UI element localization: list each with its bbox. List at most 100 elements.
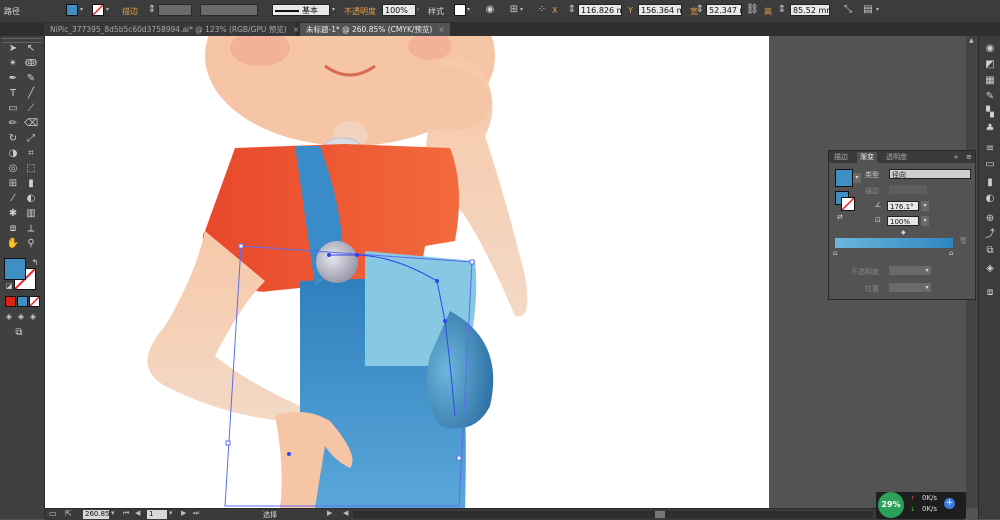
stroke-label[interactable]: 描边	[122, 6, 138, 17]
rectangle-icon[interactable]: ▭	[6, 102, 20, 116]
document-tab-untitled[interactable]: 未标题-1* @ 260.85% (CMYK/预览) ×	[300, 23, 450, 36]
opacity-label[interactable]: 不透明度	[344, 6, 376, 17]
anchor-point[interactable]	[327, 253, 331, 257]
isolate-icon[interactable]: ▤	[862, 4, 874, 16]
canvas-area[interactable]	[45, 36, 965, 508]
last-artboard-icon[interactable]: ⏭	[193, 509, 199, 518]
constrain-proportions-icon[interactable]: ⛓	[746, 4, 759, 16]
bbox-handle[interactable]	[225, 440, 231, 446]
direct-selection-icon[interactable]: ↖	[24, 42, 38, 56]
first-artboard-icon[interactable]: ⏮	[123, 509, 129, 518]
prev-artboard-icon[interactable]: ◀	[135, 509, 140, 517]
fill-dropdown-icon[interactable]: ▾	[80, 4, 87, 16]
pencil-icon[interactable]: ✏	[6, 117, 20, 131]
align-options-icon[interactable]: ⊞	[508, 4, 520, 16]
stroke-indicator-swatch[interactable]	[841, 197, 855, 211]
angle-input[interactable]: 176.1°	[887, 201, 919, 211]
gradient-panel-icon[interactable]: ▮	[983, 176, 997, 190]
warp-icon[interactable]: ◑	[6, 147, 20, 161]
width-input[interactable]: 52.347 mm	[706, 4, 742, 16]
aspect-dropdown-icon[interactable]: ▾	[921, 216, 929, 226]
brush-definition-field[interactable]: 基本	[272, 4, 330, 16]
none-mode-icon[interactable]	[29, 296, 40, 307]
scrollbar-thumb[interactable]	[655, 511, 665, 518]
gradient-type-select[interactable]: 径向	[889, 169, 971, 179]
artboard[interactable]	[45, 36, 769, 508]
stroke-weight-field[interactable]	[158, 4, 192, 16]
recolor-artwork-icon[interactable]: ◉	[484, 4, 496, 16]
lasso-icon[interactable]: ↂ	[24, 57, 38, 71]
image-trace-icon[interactable]: ⊕	[983, 212, 997, 226]
stroke-gradient-options[interactable]	[889, 185, 927, 194]
panel-menu-icon[interactable]: ≡	[963, 152, 975, 163]
slice-icon[interactable]: ⟂	[24, 222, 38, 236]
scale-icon[interactable]: ⤢	[24, 132, 38, 146]
opacity-input[interactable]: 100%	[382, 4, 416, 16]
gradient-stop-left[interactable]: ⌂	[833, 249, 837, 257]
height-input[interactable]: 85.52 mm	[790, 4, 830, 16]
gradient-midpoint-icon[interactable]: ◆	[901, 229, 906, 236]
curvature-icon[interactable]: ✎	[24, 72, 38, 86]
align-panel-icon[interactable]: ▭	[983, 158, 997, 172]
screen-mode-icon[interactable]: ⧉	[12, 326, 26, 340]
zoom-level-input[interactable]: 260.85	[83, 510, 110, 519]
gradient-stop-right[interactable]: ⌂	[949, 249, 953, 257]
x-stepper-icon[interactable]: ⇕	[566, 4, 578, 16]
bbox-handle[interactable]	[456, 455, 462, 461]
stroke-panel-icon[interactable]: ≡	[983, 142, 997, 156]
stroke-swatch[interactable]	[92, 4, 104, 16]
tab-stroke[interactable]: 描边	[831, 152, 851, 163]
angle-dropdown-icon[interactable]: ▾	[921, 201, 929, 211]
tab-transparency[interactable]: 透明度	[883, 152, 910, 163]
line-icon[interactable]: ╱	[24, 87, 38, 101]
tab-gradient[interactable]: 渐变	[857, 152, 877, 163]
style-swatch[interactable]	[454, 4, 466, 16]
height-stepper-icon[interactable]: ⇕	[776, 4, 788, 16]
color-mode-icon[interactable]	[5, 296, 16, 307]
close-icon[interactable]: ×	[438, 25, 444, 34]
symbols-icon[interactable]: ♣	[983, 122, 997, 136]
anchor-point[interactable]	[355, 253, 359, 257]
brush-dropdown-icon[interactable]: ▾	[332, 4, 339, 16]
location-dropdown-icon[interactable]: ▾	[923, 283, 931, 292]
swap-fill-stroke-icon[interactable]: ↰	[28, 256, 42, 270]
style-dropdown-icon[interactable]: ▾	[467, 4, 474, 16]
artboards-icon[interactable]: ⧈	[983, 286, 997, 300]
transform-icon[interactable]: ⤡	[842, 4, 854, 16]
delete-stop-icon[interactable]: 🗑	[959, 237, 968, 245]
panel-menu-icon[interactable]: ▾	[876, 4, 883, 16]
artwork-illustration[interactable]	[45, 36, 769, 508]
selection-icon[interactable]: ➤	[6, 42, 20, 56]
paintbrush-icon[interactable]: ⟋	[24, 102, 38, 116]
status-menu-icon[interactable]: ▶	[327, 509, 332, 517]
stroke-weight-stepper-icon[interactable]: ⇕	[146, 4, 158, 16]
next-artboard-icon[interactable]: ▶	[181, 509, 186, 517]
fill-swatch[interactable]	[66, 4, 78, 16]
horizontal-scrollbar[interactable]	[353, 511, 873, 518]
graphic-styles-icon[interactable]: ◩	[983, 58, 997, 72]
asset-export-icon[interactable]: ⤴	[983, 228, 997, 242]
reverse-gradient-icon[interactable]: ⇄	[837, 213, 843, 221]
magic-wand-icon[interactable]: ✴	[6, 57, 20, 71]
location-field[interactable]	[889, 283, 923, 292]
gradient-mode-icon[interactable]	[17, 296, 28, 307]
bbox-handle[interactable]	[469, 259, 475, 265]
artboard-icon[interactable]: ⧈	[6, 222, 20, 236]
swatches-icon[interactable]: ▦	[983, 74, 997, 88]
aspect-ratio-input[interactable]: 100%	[887, 216, 919, 226]
network-speed-widget[interactable]: 29% ↑ 0K/s ↓ 0K/s +	[876, 492, 966, 519]
gradient-slider[interactable]	[835, 238, 953, 248]
add-icon[interactable]: +	[944, 498, 955, 509]
variable-width-profile-field[interactable]	[200, 4, 258, 16]
color-guide-icon[interactable]: ▚	[983, 106, 997, 120]
hand-status-icon[interactable]: ▭	[49, 509, 57, 518]
type-icon[interactable]: T	[6, 87, 20, 101]
rotate-icon[interactable]: ↻	[6, 132, 20, 146]
shape-builder-icon[interactable]: ◎	[6, 162, 20, 176]
links-icon[interactable]: ⧉	[983, 244, 997, 258]
zoom-icon[interactable]: ⚲	[24, 237, 38, 251]
appearance-icon[interactable]: ◉	[983, 42, 997, 56]
scroll-left-icon[interactable]: ◀	[343, 509, 348, 517]
zoom-dropdown-icon[interactable]: ▾	[111, 509, 115, 517]
eyedropper-icon[interactable]: ⁄	[6, 192, 20, 206]
